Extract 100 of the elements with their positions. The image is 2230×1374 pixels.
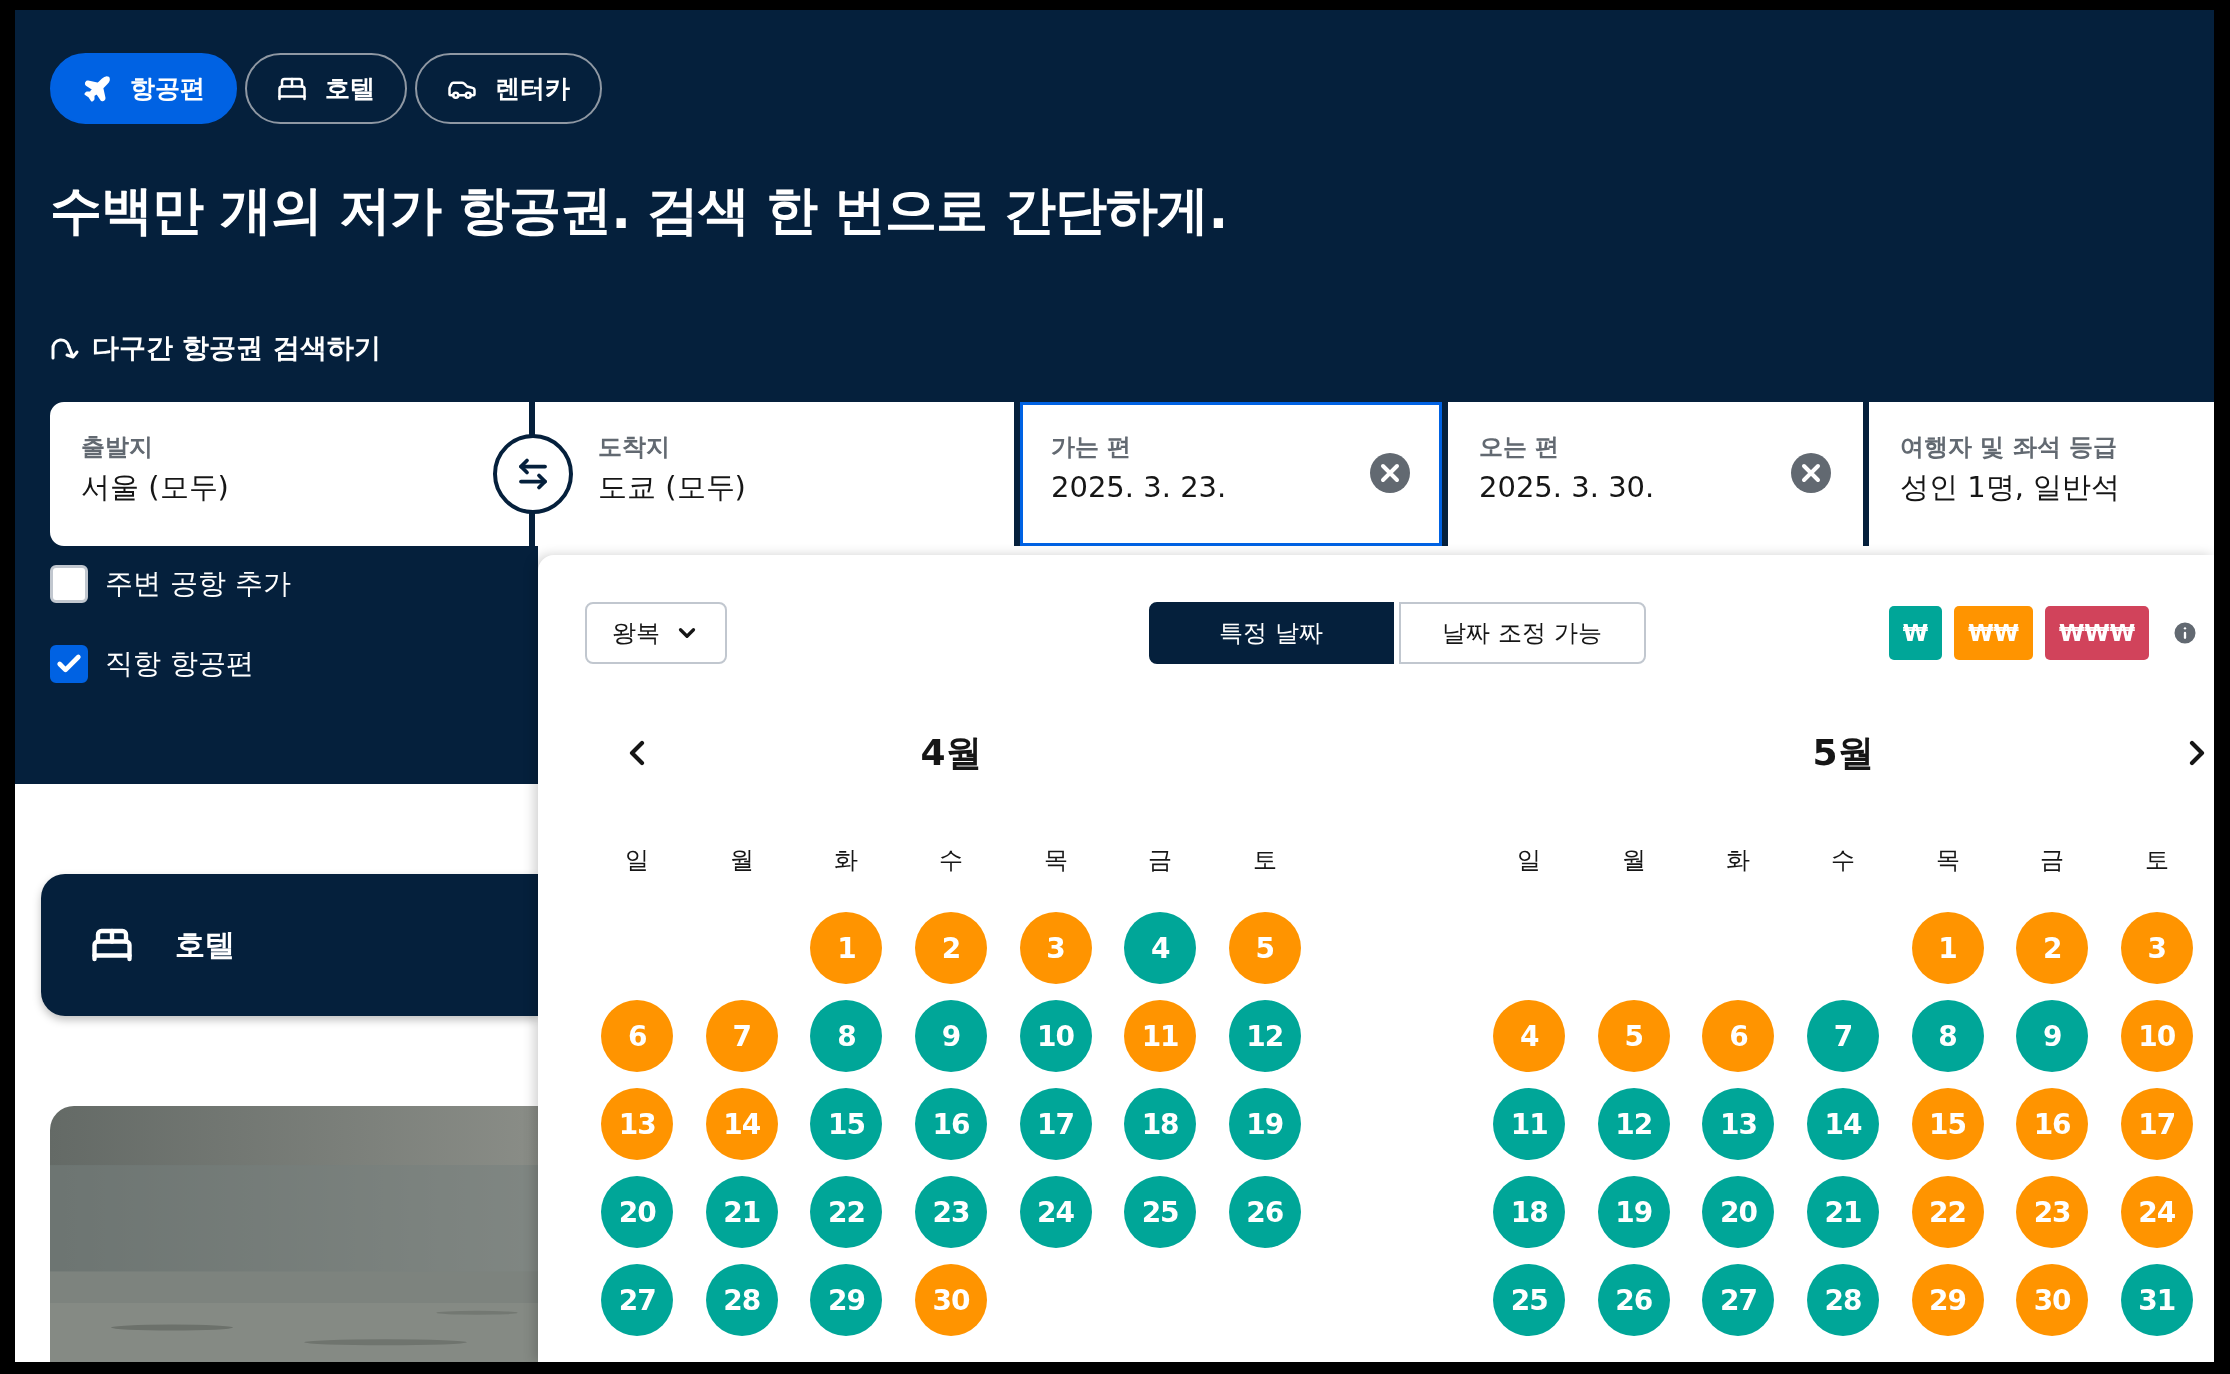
calendar-day[interactable]: 18	[1493, 1176, 1566, 1248]
calendar-day[interactable]: 23	[2016, 1176, 2089, 1248]
calendar-day[interactable]: 1	[810, 912, 883, 984]
calendar-day[interactable]: 31	[2120, 1264, 2193, 1336]
search-field[interactable]: 도착지 도쿄 (모두)	[535, 402, 1014, 546]
calendar-day[interactable]: 22	[810, 1176, 883, 1248]
calendar-day[interactable]: 19	[1597, 1176, 1670, 1248]
calendar-day[interactable]: 9	[915, 1000, 987, 1072]
calendar-day[interactable]: 26	[1228, 1176, 1301, 1248]
hotel-label: 호텔	[175, 925, 235, 964]
calendar-day[interactable]: 5	[1597, 1000, 1670, 1072]
product-tab[interactable]: 항공편	[50, 53, 237, 124]
product-tab[interactable]: 렌터카	[415, 53, 602, 124]
calendar-day[interactable]: 13	[601, 1088, 674, 1160]
calendar-day[interactable]: 1	[1911, 912, 1984, 984]
search-field[interactable]: 여행자 및 좌석 등급 성인 1명, 일반석	[1869, 402, 2214, 546]
calendar-day[interactable]: 2	[2016, 912, 2089, 984]
calendar-day[interactable]: 17	[1019, 1088, 1092, 1160]
month-title: 5월	[1812, 730, 1874, 775]
search-field[interactable]: 출발지 서울 (모두)	[50, 402, 529, 546]
calendar-day[interactable]: 11	[1124, 1000, 1197, 1072]
calendar-day[interactable]: 8	[1911, 1000, 1984, 1072]
calendar-day[interactable]: 30	[2016, 1264, 2089, 1336]
calendar-day[interactable]: 4	[1493, 1000, 1566, 1072]
calendar-day[interactable]: 27	[601, 1264, 674, 1336]
calendar-day[interactable]: 2	[915, 912, 987, 984]
hotel-card[interactable]: 호텔	[41, 874, 538, 1016]
calendar-day[interactable]: 22	[1911, 1176, 1984, 1248]
calendar-day[interactable]: 28	[705, 1264, 778, 1336]
checkbox[interactable]	[50, 565, 88, 603]
weekday-label: 수	[1831, 845, 1855, 876]
weekday-label: 금	[1148, 845, 1173, 876]
calendar-day[interactable]: 10	[1019, 1000, 1092, 1072]
calendar-day[interactable]: 6	[1702, 1000, 1775, 1072]
calendar-day[interactable]: 9	[2016, 1000, 2089, 1072]
calendar-day[interactable]: 14	[1807, 1088, 1879, 1160]
calendar-day[interactable]: 29	[810, 1264, 883, 1336]
calendar-day[interactable]: 16	[915, 1088, 987, 1160]
weekday-label: 토	[2144, 845, 2169, 876]
calendar-day[interactable]: 16	[2016, 1088, 2089, 1160]
weekday-label: 목	[1935, 845, 1960, 876]
date-mode-tab[interactable]: 날짜 조정 가능	[1398, 602, 1646, 664]
headline: 수백만 개의 저가 항공권. 검색 한 번으로 간단하게.	[50, 179, 1229, 242]
weekday-label: 일	[625, 845, 650, 876]
route-icon	[50, 335, 80, 361]
weekday-label: 월	[729, 845, 754, 876]
field-value: 도쿄 (모두)	[598, 469, 747, 506]
calendar-day[interactable]: 12	[1228, 1000, 1301, 1072]
trip-type-dropdown[interactable]: 왕복	[585, 602, 727, 664]
info-icon[interactable]	[2171, 619, 2199, 647]
calendar-day[interactable]: 15	[1911, 1088, 1984, 1160]
calendar-day[interactable]: 25	[1124, 1176, 1197, 1248]
calendar-day[interactable]: 20	[1702, 1176, 1775, 1248]
field-label: 여행자 및 좌석 등급	[1900, 432, 2119, 462]
weekday-label: 일	[1517, 845, 1542, 876]
plane-icon	[82, 73, 112, 104]
calendar-day[interactable]: 13	[1702, 1088, 1775, 1160]
calendar-day[interactable]: 21	[1807, 1176, 1879, 1248]
calendar-day[interactable]: 14	[705, 1088, 778, 1160]
calendar-day[interactable]: 10	[2120, 1000, 2193, 1072]
calendar-day[interactable]: 17	[2120, 1088, 2193, 1160]
calendar-day[interactable]: 30	[915, 1264, 987, 1336]
product-tab[interactable]: 호텔	[245, 53, 407, 124]
calendar-day[interactable]: 18	[1124, 1088, 1197, 1160]
date-mode-tab[interactable]: 특정 날짜	[1148, 602, 1394, 664]
field-value: 2025. 3. 23.	[1051, 469, 1228, 506]
calendar-day[interactable]: 28	[1807, 1264, 1879, 1336]
calendar-day[interactable]: 7	[705, 1000, 778, 1072]
calendar-day[interactable]: 11	[1493, 1088, 1566, 1160]
calendar-day[interactable]: 27	[1702, 1264, 1775, 1336]
calendar-day[interactable]: 25	[1493, 1264, 1566, 1336]
calendar-day[interactable]: 19	[1228, 1088, 1301, 1160]
search-field[interactable]: 오는 편 2025. 3. 30.	[1448, 402, 1863, 546]
calendar-day[interactable]: 24	[1019, 1176, 1092, 1248]
checkbox[interactable]	[50, 645, 88, 683]
clear-button[interactable]	[1369, 452, 1411, 494]
calendar-day[interactable]: 15	[810, 1088, 883, 1160]
weekday-label: 금	[2040, 845, 2065, 876]
calendar-day[interactable]: 21	[705, 1176, 778, 1248]
calendar-day[interactable]: 26	[1597, 1264, 1670, 1336]
clear-button[interactable]	[1790, 452, 1832, 494]
calendar-day[interactable]: 24	[2120, 1176, 2193, 1248]
calendar-day[interactable]: 29	[1911, 1264, 1984, 1336]
month-title: 4월	[920, 730, 982, 775]
calendar-day[interactable]: 23	[915, 1176, 987, 1248]
calendar-day[interactable]: 20	[601, 1176, 674, 1248]
weekday-label: 토	[1252, 845, 1277, 876]
calendar-day[interactable]: 4	[1124, 912, 1197, 984]
calendar-day[interactable]: 7	[1807, 1000, 1879, 1072]
search-field[interactable]: 가는 편 2025. 3. 23.	[1020, 402, 1442, 546]
calendar-day[interactable]: 3	[1019, 912, 1092, 984]
weekday-label: 목	[1043, 845, 1068, 876]
multi-city-link[interactable]: 다구간 항공권 검색하기	[50, 330, 381, 366]
calendar-day[interactable]: 8	[810, 1000, 883, 1072]
calendar-day[interactable]: 3	[2120, 912, 2193, 984]
calendar-day[interactable]: 5	[1228, 912, 1301, 984]
option-label: 직항 항공편	[105, 646, 254, 682]
calendar-day[interactable]: 6	[601, 1000, 674, 1072]
option-label: 주변 공항 추가	[105, 566, 291, 602]
calendar-day[interactable]: 12	[1597, 1088, 1670, 1160]
